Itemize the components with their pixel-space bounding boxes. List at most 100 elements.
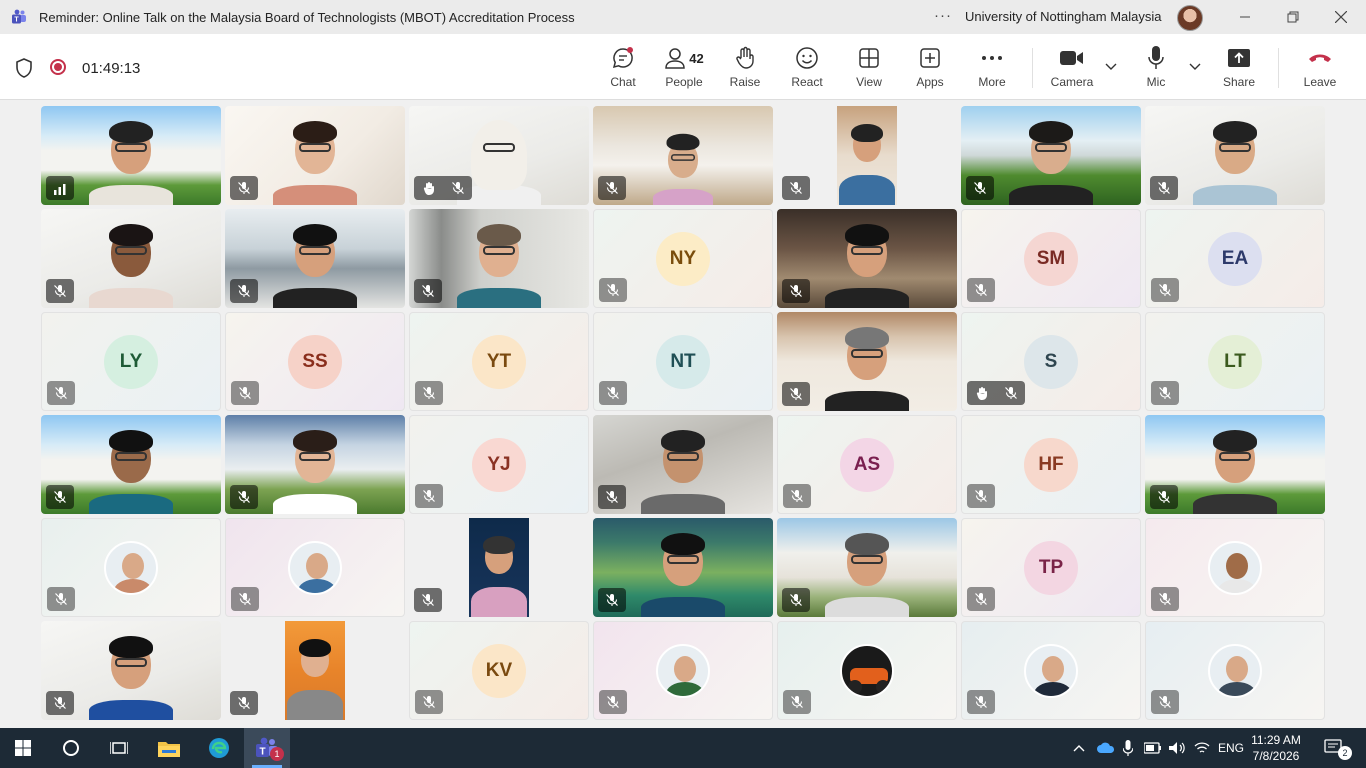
participant-tile[interactable] — [41, 106, 221, 205]
participant-tile[interactable] — [961, 106, 1141, 205]
more-options-icon[interactable]: ··· — [934, 7, 952, 24]
participant-tile[interactable] — [41, 415, 221, 514]
notification-center-button[interactable]: 2 — [1324, 728, 1352, 768]
participant-tile[interactable] — [777, 106, 957, 205]
participant-tile[interactable] — [225, 518, 405, 617]
chat-icon — [611, 44, 635, 72]
teams-taskbar-button[interactable]: T 1 — [244, 728, 290, 768]
participant-tile[interactable] — [777, 518, 957, 617]
chat-button[interactable]: Chat — [594, 44, 652, 89]
task-view-icon[interactable] — [96, 728, 142, 768]
apps-button[interactable]: Apps — [901, 44, 959, 89]
muted-mic-icon — [599, 690, 627, 714]
participant-tile[interactable] — [777, 209, 957, 308]
participant-tile[interactable] — [225, 209, 405, 308]
muted-mic-icon — [47, 381, 75, 405]
participant-tile[interactable]: SM — [961, 209, 1141, 308]
participant-tile[interactable] — [225, 621, 405, 720]
mic-button[interactable]: Mic — [1127, 44, 1185, 89]
shield-icon[interactable] — [15, 58, 33, 83]
people-button[interactable]: 42 People — [655, 44, 713, 89]
participant-video — [285, 621, 345, 720]
participant-tile[interactable]: S — [961, 312, 1141, 411]
participant-tile[interactable] — [1145, 518, 1325, 617]
search-icon[interactable] — [48, 728, 94, 768]
participant-tile[interactable]: HF — [961, 415, 1141, 514]
restore-button[interactable] — [1270, 0, 1316, 34]
tray-overflow-chevron-icon[interactable] — [1073, 728, 1085, 768]
participant-tile[interactable]: NY — [593, 209, 773, 308]
windows-start-icon[interactable] — [0, 728, 46, 768]
notification-count: 2 — [1338, 746, 1352, 760]
participant-tile[interactable]: KV — [409, 621, 589, 720]
muted-mic-icon — [598, 485, 626, 509]
participant-tile[interactable]: LY — [41, 312, 221, 411]
minimize-button[interactable] — [1222, 0, 1268, 34]
participant-tile[interactable]: SS — [225, 312, 405, 411]
participant-tile[interactable]: TP — [961, 518, 1141, 617]
close-button[interactable] — [1318, 0, 1364, 34]
title-bar: T Reminder: Online Talk on the Malaysia … — [0, 0, 1366, 34]
profile-avatar[interactable] — [1177, 5, 1203, 31]
muted-mic-icon — [415, 690, 443, 714]
participant-tile[interactable] — [41, 621, 221, 720]
participant-tile[interactable]: NT — [593, 312, 773, 411]
leave-button[interactable]: Leave — [1291, 44, 1349, 89]
participant-tile[interactable] — [225, 415, 405, 514]
participant-initials: SS — [288, 334, 342, 389]
participant-tile[interactable] — [593, 415, 773, 514]
react-button[interactable]: React — [778, 44, 836, 89]
participant-tile[interactable] — [409, 518, 589, 617]
participant-tile[interactable]: YT — [409, 312, 589, 411]
onedrive-icon[interactable] — [1097, 728, 1115, 768]
muted-mic-icon — [46, 279, 74, 303]
muted-mic-icon — [46, 691, 74, 715]
mic-options-chevron-icon[interactable] — [1189, 60, 1201, 74]
people-icon: 42 — [664, 44, 704, 72]
participant-tile[interactable] — [225, 106, 405, 205]
volume-icon[interactable] — [1168, 728, 1186, 768]
participant-tile[interactable] — [593, 518, 773, 617]
edge-icon[interactable] — [196, 728, 242, 768]
participant-tile[interactable] — [1145, 415, 1325, 514]
participant-tile[interactable] — [777, 621, 957, 720]
camera-button[interactable]: Camera — [1043, 44, 1101, 89]
participant-tile[interactable]: LT — [1145, 312, 1325, 411]
muted-mic-icon — [783, 484, 811, 508]
muted-mic-icon — [967, 587, 995, 611]
participant-tile[interactable] — [593, 106, 773, 205]
muted-mic-icon — [231, 381, 259, 405]
file-explorer-icon[interactable] — [146, 728, 192, 768]
input-language[interactable]: ENG — [1218, 728, 1244, 768]
share-button[interactable]: Share — [1210, 44, 1268, 89]
meeting-timer: 01:49:13 — [82, 60, 141, 77]
participant-tile[interactable]: AS — [777, 415, 957, 514]
participant-tile[interactable] — [777, 312, 957, 411]
participant-tile[interactable] — [41, 518, 221, 617]
chat-label: Chat — [610, 75, 636, 89]
participant-tile[interactable] — [1145, 621, 1325, 720]
battery-icon[interactable] — [1144, 728, 1162, 768]
muted-mic-icon — [414, 588, 442, 612]
participant-tile[interactable] — [409, 209, 589, 308]
participant-tile[interactable] — [41, 209, 221, 308]
camera-options-chevron-icon[interactable] — [1105, 60, 1117, 74]
participant-profile-photo — [1208, 540, 1262, 595]
participant-tile[interactable] — [1145, 106, 1325, 205]
more-button[interactable]: More — [963, 44, 1021, 89]
raise-hand-button[interactable]: Raise — [716, 44, 774, 89]
muted-mic-icon — [783, 690, 811, 714]
muted-mic-icon — [230, 279, 258, 303]
taskbar-clock[interactable]: 11:29 AM 7/8/2026 — [1246, 732, 1306, 764]
participant-tile[interactable]: YJ — [409, 415, 589, 514]
participant-initials: EA — [1208, 231, 1262, 286]
participant-tile[interactable]: EA — [1145, 209, 1325, 308]
clock-time: 11:29 AM — [1251, 733, 1301, 747]
participant-tile[interactable] — [409, 106, 589, 205]
participant-tile[interactable] — [593, 621, 773, 720]
wifi-icon[interactable] — [1194, 728, 1210, 768]
participant-tile[interactable] — [961, 621, 1141, 720]
microphone-tray-icon[interactable] — [1123, 728, 1133, 768]
organization-name[interactable]: University of Nottingham Malaysia — [965, 9, 1162, 24]
view-button[interactable]: View — [840, 44, 898, 89]
